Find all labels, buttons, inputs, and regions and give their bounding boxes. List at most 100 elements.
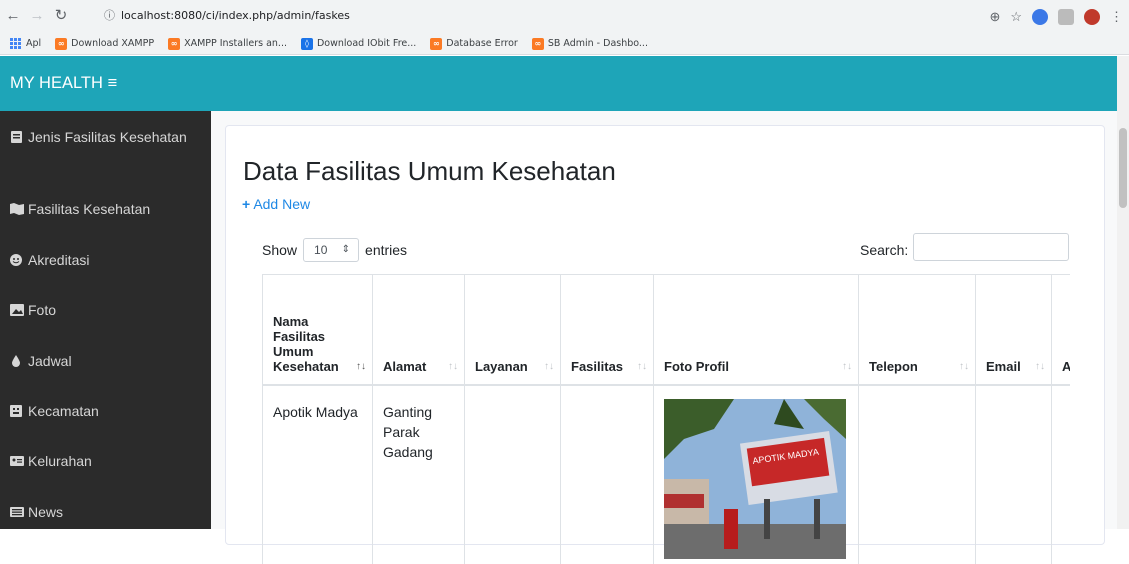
header-label: Fasilitas (571, 359, 623, 374)
building-icon (10, 405, 24, 417)
header-label: A (1062, 359, 1070, 374)
column-header-foto-profil[interactable]: Foto Profil↑↓ (654, 275, 859, 385)
bookmark-apps[interactable]: Apl (10, 38, 41, 50)
smile-icon (10, 254, 24, 266)
bookmark-item[interactable]: ∞ Database Error (430, 38, 518, 50)
scrollbar-thumb[interactable] (1119, 128, 1127, 208)
reload-icon[interactable]: ↻ (52, 7, 70, 25)
show-label: Show (262, 242, 297, 258)
sidebar-item-label: Fasilitas Kesehatan (28, 201, 150, 217)
header-label: Telepon (869, 359, 918, 374)
bookmark-item[interactable]: ∞Download XAMPP (55, 38, 154, 50)
column-header-telepon[interactable]: Telepon ↑↓ (859, 275, 976, 385)
column-header-layanan[interactable]: Layanan ↑↓ (465, 275, 561, 385)
avatar[interactable] (1084, 9, 1100, 25)
xampp-icon: ∞ (532, 38, 544, 50)
bookmark-item[interactable]: ∞XAMPP Installers an... (168, 38, 287, 50)
column-header-email[interactable]: Email ↑↓ (976, 275, 1052, 385)
sidebar-item-akreditasi[interactable]: Akreditasi (10, 250, 200, 270)
sort-icon: ↑↓ (637, 361, 647, 372)
book-icon (10, 131, 24, 143)
sidebar-item-label: Kelurahan (28, 453, 92, 469)
cell-alamat: Ganting Parak Gadang (373, 385, 465, 564)
page-title: Data Fasilitas Umum Kesehatan (243, 156, 616, 187)
shield-icon[interactable] (1058, 9, 1074, 25)
bookmark-label: Download IObit Fre... (317, 38, 416, 49)
id-card-icon (10, 455, 24, 467)
bookmark-item[interactable]: ∞ SB Admin - Dashbo... (532, 38, 648, 50)
header-label: Nama Fasilitas Umum Kesehatan (273, 314, 339, 374)
info-icon[interactable]: ⓘ (104, 9, 115, 22)
header-label: Email (986, 359, 1021, 374)
extension-icon[interactable] (1032, 9, 1048, 25)
profile-photo: APOTIK MADYA (664, 399, 846, 559)
sort-icon: ↑↓ (959, 361, 969, 372)
column-header-alamat[interactable]: Alamat↑↓ (373, 275, 465, 385)
sidebar-item-label: Jenis Fasilitas Kesehatan (28, 129, 187, 145)
cell-extra (1052, 385, 1071, 564)
add-new-label: Add New (253, 196, 310, 212)
newspaper-icon (10, 506, 24, 518)
iobit-icon: ◊ (301, 38, 313, 50)
bookmark-label: Apl (26, 38, 41, 49)
main-content: Data Fasilitas Umum Kesehatan + Add New … (211, 111, 1117, 529)
sort-icon: ↑↓ (1035, 361, 1045, 372)
search-input[interactable] (913, 233, 1069, 261)
browser-actions: ⊕ ☆ ⋮ (989, 6, 1123, 28)
table-row: Apotik Madya Ganting Parak Gadang (263, 385, 1071, 564)
zoom-icon[interactable]: ⊕ (989, 9, 1000, 25)
sort-icon: ↑↓ (544, 361, 554, 372)
sidebar-item-fasilitas-kesehatan[interactable]: Fasilitas Kesehatan (10, 199, 200, 219)
bookmark-item[interactable]: ◊ Download IObit Fre... (301, 38, 416, 50)
entries-length-control: Show 10⇕ entries (262, 238, 407, 262)
sidebar-item-news[interactable]: News (10, 502, 200, 522)
column-header-extra[interactable]: A (1052, 275, 1071, 385)
brand-title[interactable]: MY HEALTH ≡ (10, 56, 117, 111)
sidebar-item-kelurahan[interactable]: Kelurahan (10, 451, 200, 471)
updown-icon: ⇕ (342, 239, 350, 261)
data-table: Nama Fasilitas Umum Kesehatan↑↓ Alamat↑↓… (262, 274, 1070, 564)
sidebar-item-jenis-fasilitas[interactable]: Jenis Fasilitas Kesehatan (10, 127, 200, 147)
sidebar-item-foto[interactable]: Foto (10, 300, 200, 320)
column-header-fasilitas[interactable]: Fasilitas ↑↓ (561, 275, 654, 385)
search-label: Search: (860, 242, 908, 258)
header-label: Alamat (383, 359, 426, 374)
cell-nama: Apotik Madya (263, 385, 373, 564)
top-navbar: MY HEALTH ≡ (0, 56, 1117, 111)
menu-kebab-icon[interactable]: ⋮ (1110, 9, 1123, 25)
xampp-icon: ∞ (430, 38, 442, 50)
bookmarks-bar: Apl ∞Download XAMPP ∞XAMPP Installers an… (0, 33, 1129, 55)
star-icon[interactable]: ☆ (1010, 9, 1022, 25)
address-bar[interactable]: ⓘ localhost:8080/ci/index.php/admin/faske… (104, 5, 504, 27)
url-text: localhost:8080/ci/index.php/admin/faskes (121, 9, 350, 22)
table-header-row: Nama Fasilitas Umum Kesehatan↑↓ Alamat↑↓… (263, 275, 1071, 385)
browser-toolbar: ← → ↻ ⓘ localhost:8080/ci/index.php/admin… (0, 0, 1129, 33)
data-table-wrapper: Nama Fasilitas Umum Kesehatan↑↓ Alamat↑↓… (262, 274, 1070, 564)
sidebar-item-label: Foto (28, 302, 56, 318)
bookmark-label: Database Error (446, 38, 518, 49)
back-icon[interactable]: ← (4, 7, 22, 25)
column-header-nama[interactable]: Nama Fasilitas Umum Kesehatan↑↓ (263, 275, 373, 385)
apps-icon (10, 38, 22, 50)
add-new-link[interactable]: + Add New (242, 196, 310, 212)
cell-fasilitas (561, 385, 654, 564)
cell-layanan (465, 385, 561, 564)
header-label: Layanan (475, 359, 528, 374)
sidebar-item-kecamatan[interactable]: Kecamatan (10, 401, 200, 421)
sidebar-item-label: News (28, 504, 63, 520)
bookmark-label: XAMPP Installers an... (184, 38, 287, 49)
photo-image: APOTIK MADYA (664, 399, 846, 559)
cell-foto-profil: APOTIK MADYA (654, 385, 859, 564)
page-scrollbar[interactable] (1117, 56, 1129, 529)
map-icon (10, 203, 24, 215)
header-label: Foto Profil (664, 359, 729, 374)
plus-icon: + (242, 196, 250, 212)
sidebar-item-jadwal[interactable]: Jadwal (10, 351, 200, 371)
bookmark-label: SB Admin - Dashbo... (548, 38, 648, 49)
bookmark-label: Download XAMPP (71, 38, 154, 49)
forward-icon[interactable]: → (28, 7, 46, 25)
image-icon (10, 304, 24, 316)
entries-select[interactable]: 10⇕ (303, 238, 359, 262)
sidebar: Jenis Fasilitas Kesehatan Fasilitas Kese… (0, 111, 211, 529)
tint-icon (10, 355, 24, 367)
